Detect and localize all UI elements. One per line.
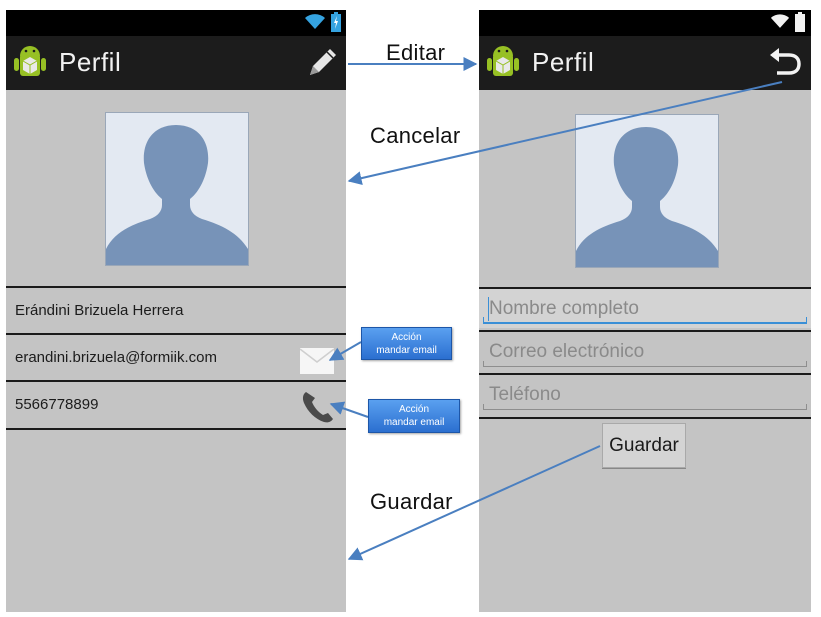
- edit-label: Editar: [386, 40, 446, 65]
- phone-callout-arrow: [329, 401, 369, 418]
- phone-action-callout: Acción mandar email: [368, 399, 460, 433]
- callout-line-2: mandar email: [383, 417, 445, 428]
- email-action-callout: Acción mandar email: [361, 327, 452, 360]
- callout-line-2: mandar email: [376, 345, 437, 356]
- callout-line-1: Acción: [398, 404, 429, 415]
- cancel-label: Cancelar: [370, 123, 461, 148]
- save-label: Guardar: [370, 489, 453, 514]
- flow-arrows: [328, 57, 783, 561]
- callout-line-1: Acción: [391, 332, 422, 343]
- email-callout-arrow: [328, 341, 362, 361]
